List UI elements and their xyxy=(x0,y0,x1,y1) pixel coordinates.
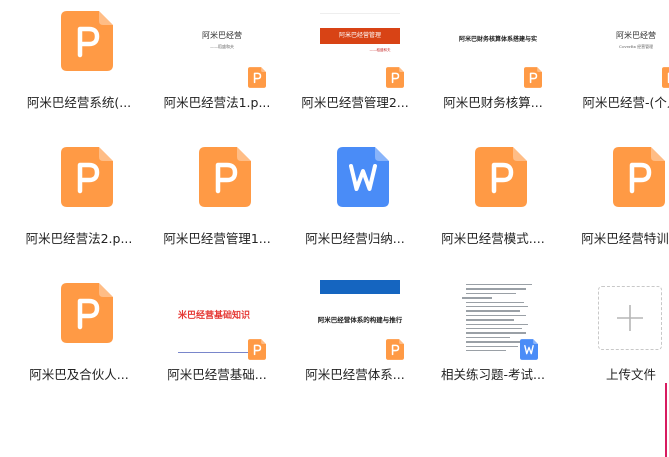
ppt-file-icon xyxy=(61,11,113,71)
file-tile[interactable]: 阿米巴及合伙人... xyxy=(10,272,148,402)
ppt-file-icon xyxy=(61,147,113,207)
ppt-badge-icon xyxy=(386,67,404,88)
upload-label: 上传文件 xyxy=(605,367,656,382)
ppt-file-icon xyxy=(662,67,669,88)
file-thumbnail xyxy=(44,144,124,222)
preview-banner: 阿米巴经营管理 xyxy=(320,28,400,44)
preview-text-line xyxy=(466,292,516,295)
preview-text-line xyxy=(466,314,526,317)
ppt-badge-icon xyxy=(662,67,669,88)
file-thumbnail: 阿米巴经营 ——稻盛和夫 xyxy=(182,8,266,88)
file-name: 阿米巴经营体系... xyxy=(305,367,405,382)
ppt-file-icon xyxy=(61,283,113,343)
file-name: 阿米巴经营法1.p... xyxy=(163,95,271,110)
preview-text-line xyxy=(466,301,524,303)
preview-title: 米巴经营基础知识 xyxy=(178,311,251,321)
file-name: 阿米巴经营模式.... xyxy=(441,231,545,246)
preview-text-line xyxy=(466,284,532,286)
file-tile[interactable]: 阿米巴经营归纳... xyxy=(286,136,424,266)
file-tile[interactable]: 阿米巴经营系统(... xyxy=(10,0,148,130)
preview-subtitle: ——稻盛和夫 xyxy=(210,44,234,49)
file-grid: 阿米巴经营系统(... 阿米巴经营 ——稻盛和夫阿米巴经营法1.p... 阿米巴经营管… xyxy=(0,0,669,457)
preview-text-line xyxy=(466,323,528,325)
preview-text-line xyxy=(466,288,526,290)
file-tile[interactable]: 阿米巴经营特训... xyxy=(562,136,669,266)
file-thumbnail: 阿米巴经营 Coverfix 经营管理 xyxy=(596,8,669,88)
ppt-file-icon xyxy=(248,67,266,88)
file-tile[interactable]: 阿米巴经营法2.p... xyxy=(10,136,148,266)
file-thumbnail: 阿米巴经营管理 ——稻盛和夫 xyxy=(320,8,404,88)
ppt-badge-icon xyxy=(386,339,404,360)
preview-title: 阿米巴财务核算体系搭建与实 xyxy=(458,36,537,43)
file-name: 阿米巴经营系统(... xyxy=(26,95,132,110)
preview-text-line xyxy=(466,336,510,339)
preview-text-line xyxy=(466,306,528,308)
ppt-file-icon xyxy=(386,67,404,88)
file-thumbnail: 阿米巴财务核算体系搭建与实 xyxy=(446,8,550,88)
file-tile[interactable]: 阿米巴经营体系的构建与推行阿米巴经营体系... xyxy=(286,272,424,402)
word-badge-icon xyxy=(520,339,538,360)
word-file-icon xyxy=(337,147,389,207)
preview-title: 阿米巴经营 xyxy=(616,31,656,40)
file-name: 相关练习题-考试... xyxy=(441,367,545,382)
file-thumbnail xyxy=(596,144,669,222)
preview-text-line xyxy=(466,319,514,321)
file-tile[interactable]: 相关练习题-考试... xyxy=(424,272,562,402)
file-name: 阿米巴经营管理2... xyxy=(301,95,409,110)
file-tile[interactable]: 阿米巴财务核算体系搭建与实阿米巴财务核算... xyxy=(424,0,562,130)
preview-title: 阿米巴经营 xyxy=(202,31,242,40)
ppt-badge-icon xyxy=(524,67,542,88)
file-thumbnail xyxy=(320,144,400,222)
ppt-file-icon xyxy=(199,147,251,207)
file-name: 阿米巴经营基础... xyxy=(167,367,267,382)
file-tile[interactable]: 米巴经营基础知识阿米巴经营基础... xyxy=(148,272,286,402)
preview-text-line xyxy=(466,341,524,343)
preview-text-line xyxy=(462,297,492,299)
ppt-file-icon xyxy=(613,147,665,207)
file-tile[interactable]: 阿米巴经营 Coverfix 经营管理阿米巴经营-(个人 xyxy=(562,0,669,130)
word-file-icon xyxy=(520,339,538,360)
preview-rule xyxy=(178,352,250,353)
ppt-file-icon xyxy=(475,147,527,207)
preview-text-line xyxy=(466,350,506,352)
preview-text-line xyxy=(466,345,518,347)
scroll-indicator xyxy=(665,383,667,457)
ppt-file-icon xyxy=(386,339,404,360)
file-name: 阿米巴经营管理1... xyxy=(163,231,271,246)
preview-text-line xyxy=(466,310,520,312)
upload-file-button[interactable]: 上传文件 xyxy=(562,272,669,402)
file-tile[interactable]: 阿米巴经营 ——稻盛和夫阿米巴经营法1.p... xyxy=(148,0,286,130)
document-preview: 阿米巴经营 Coverfix 经营管理 xyxy=(596,8,669,86)
ppt-file-icon xyxy=(248,339,266,360)
file-name: 阿米巴经营特训... xyxy=(581,231,669,246)
preview-title: 阿米巴经营管理 xyxy=(338,32,381,39)
file-name: 阿米巴经营法2.p... xyxy=(25,231,133,246)
file-thumbnail xyxy=(458,280,538,360)
preview-banner xyxy=(320,280,400,294)
preview-text-line xyxy=(466,332,526,334)
file-thumbnail: 米巴经营基础知识 xyxy=(174,280,266,360)
preview-subtitle: ——稻盛和夫 xyxy=(369,48,391,52)
ppt-file-icon xyxy=(524,67,542,88)
file-name: 阿米巴及合伙人... xyxy=(29,367,129,382)
file-thumbnail: 阿米巴经营体系的构建与推行 xyxy=(312,280,408,360)
ppt-badge-icon xyxy=(248,339,266,360)
file-tile[interactable]: 阿米巴经营管理1... xyxy=(148,136,286,266)
preview-text-line xyxy=(466,328,522,330)
preview-rule xyxy=(320,13,400,14)
upload-dropzone[interactable] xyxy=(598,286,662,350)
file-thumbnail xyxy=(182,144,262,222)
ppt-badge-icon xyxy=(248,67,266,88)
file-thumbnail xyxy=(44,280,124,358)
file-thumbnail xyxy=(458,144,538,222)
preview-title: 阿米巴经营体系的构建与推行 xyxy=(317,316,403,324)
file-tile[interactable]: 阿米巴经营模式.... xyxy=(424,136,562,266)
file-name: 阿米巴财务核算... xyxy=(443,95,543,110)
file-name: 阿米巴经营-(个人 xyxy=(582,95,669,110)
preview-subtitle: Coverfix 经营管理 xyxy=(618,44,654,49)
file-name: 阿米巴经营归纳... xyxy=(305,231,405,246)
file-tile[interactable]: 阿米巴经营管理 ——稻盛和夫阿米巴经营管理2... xyxy=(286,0,424,130)
plus-icon xyxy=(617,305,643,331)
file-thumbnail xyxy=(44,8,124,86)
